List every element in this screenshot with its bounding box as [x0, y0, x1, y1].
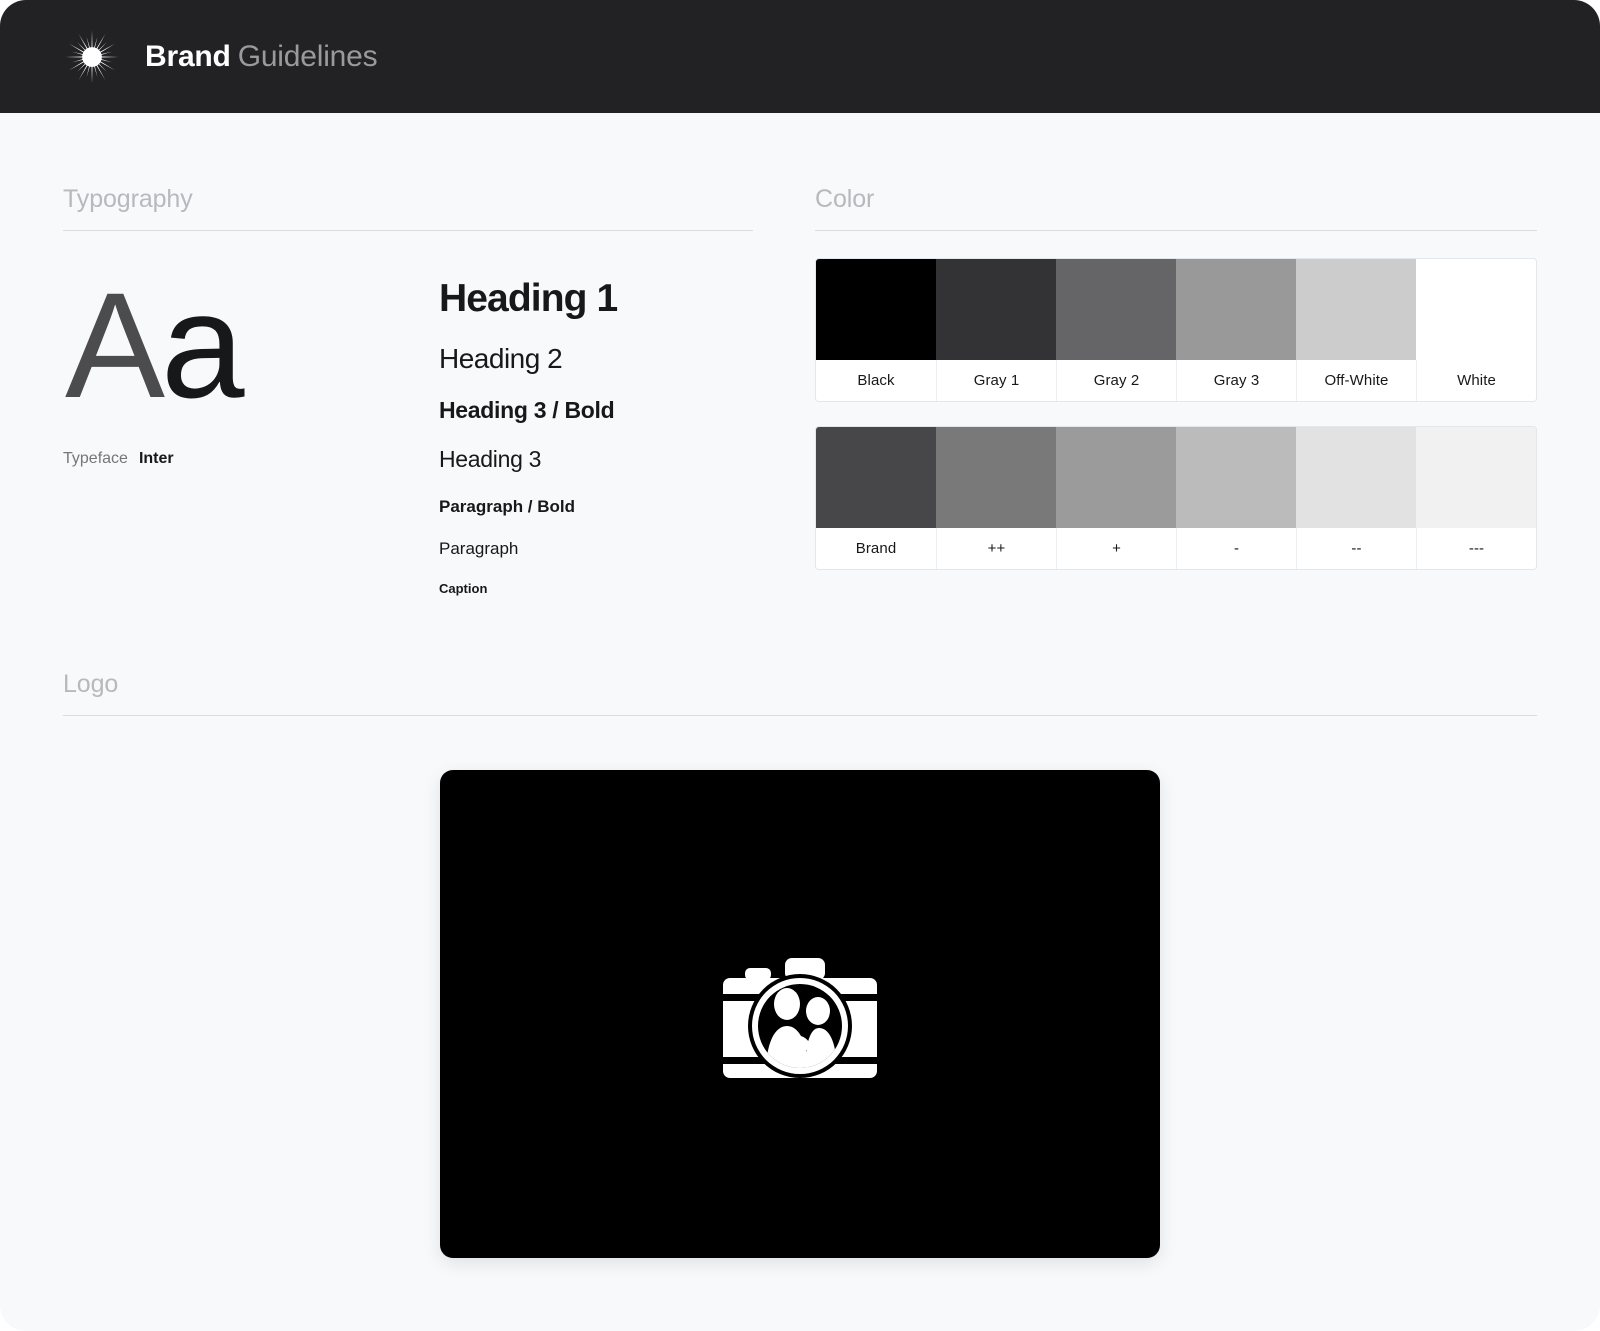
page-title-guidelines: Guidelines [237, 39, 378, 73]
typeface-value: Inter [138, 450, 174, 467]
palette-neutrals: Black Gray 1 Gray 2 Gray 3 Off-White Whi… [815, 258, 1537, 402]
swatch-label: Off-White [1296, 360, 1416, 401]
logo-card [440, 770, 1160, 1258]
swatch-brand-plus-plus[interactable]: ++ [936, 427, 1056, 569]
swatch-brand-minus[interactable]: - [1176, 427, 1296, 569]
swatch-gray-3[interactable]: Gray 3 [1176, 259, 1296, 401]
specimen-uppercase: A [65, 261, 165, 429]
swatch-label: -- [1296, 528, 1416, 569]
swatch-brand-plus[interactable]: + [1056, 427, 1176, 569]
color-section-title: Color [815, 185, 875, 213]
typography-section-title: Typography [63, 185, 193, 213]
swatch-chip [1176, 259, 1296, 360]
camera-with-couple-logo [719, 944, 881, 1084]
type-scale-paragraph: Paragraph [439, 539, 519, 558]
typeface-specimen: Aa Typeface Inter [63, 257, 439, 596]
swatch-label: Gray 2 [1056, 360, 1176, 401]
type-scale-heading-3-bold: Heading 3 / Bold [439, 397, 615, 423]
swatch-chip [1056, 427, 1176, 528]
specimen-lowercase: a [161, 261, 244, 429]
starburst-icon [65, 29, 119, 84]
specimen-aa: Aa [63, 257, 439, 422]
type-scale-paragraph-bold: Paragraph / Bold [439, 497, 576, 516]
typography-section: Typography Aa Typeface Inter Heading 1 H… [63, 185, 753, 596]
page-title: Brand Guidelines [145, 39, 378, 74]
color-divider [815, 230, 1537, 231]
logo-section: Logo [63, 596, 1537, 1258]
page-header: Brand Guidelines [0, 0, 1600, 113]
brand-guidelines-page: Brand Guidelines Typography Aa Typeface I… [0, 0, 1600, 1331]
swatch-white[interactable]: White [1416, 259, 1536, 401]
color-section: Color Black Gray 1 Gray 2 Gray 3 Off-Whi… [815, 185, 1537, 596]
palette-brand-scale: Brand ++ + - -- --- [815, 426, 1537, 570]
type-scale-heading-1: Heading 1 [439, 277, 618, 320]
type-scale-list: Heading 1 Heading 2 Heading 3 / Bold Hea… [439, 257, 753, 596]
type-scale-caption: Caption [439, 581, 488, 596]
swatch-black[interactable]: Black [816, 259, 936, 401]
swatch-label: Brand [816, 528, 936, 569]
swatch-chip [936, 427, 1056, 528]
page-title-brand: Brand [145, 39, 231, 73]
swatch-chip [1056, 259, 1176, 360]
typeface-label: Typeface [63, 450, 128, 467]
swatch-chip [1176, 427, 1296, 528]
swatch-chip [1416, 259, 1536, 360]
swatch-label: --- [1416, 528, 1536, 569]
swatch-brand-minus-minus[interactable]: -- [1296, 427, 1416, 569]
swatch-label: Black [816, 360, 936, 401]
swatch-label: Gray 3 [1176, 360, 1296, 401]
swatch-gray-1[interactable]: Gray 1 [936, 259, 1056, 401]
swatch-label: - [1176, 528, 1296, 569]
swatch-label: ++ [936, 528, 1056, 569]
logo-section-title: Logo [63, 670, 119, 698]
page-body: Typography Aa Typeface Inter Heading 1 H… [0, 113, 1600, 1258]
swatch-chip [816, 427, 936, 528]
swatch-label: Gray 1 [936, 360, 1056, 401]
swatch-chip [1416, 427, 1536, 528]
swatch-label: White [1416, 360, 1536, 401]
swatch-off-white[interactable]: Off-White [1296, 259, 1416, 401]
swatch-chip [936, 259, 1056, 360]
swatch-brand[interactable]: Brand [816, 427, 936, 569]
swatch-gray-2[interactable]: Gray 2 [1056, 259, 1176, 401]
swatch-chip [1296, 427, 1416, 528]
type-scale-heading-2: Heading 2 [439, 343, 563, 374]
swatch-chip [816, 259, 936, 360]
logo-stage [63, 716, 1537, 1258]
swatch-chip [1296, 259, 1416, 360]
swatch-brand-minus-minus-minus[interactable]: --- [1416, 427, 1536, 569]
swatch-label: + [1056, 528, 1176, 569]
type-scale-heading-3: Heading 3 [439, 446, 542, 472]
